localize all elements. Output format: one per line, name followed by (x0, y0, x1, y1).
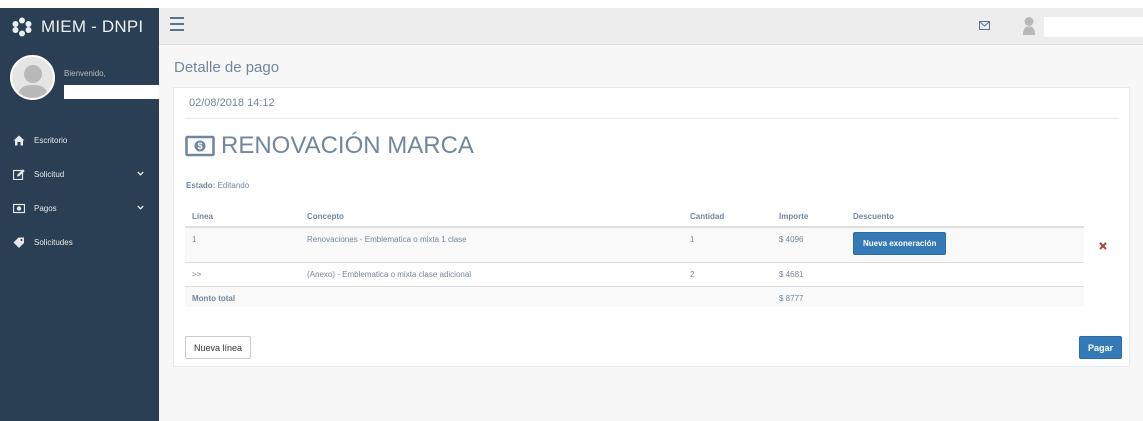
sidebar-item-label: Solicitudes (34, 237, 73, 247)
status-label: Estado: (186, 181, 216, 190)
payment-date: 02/08/2018 14:12 (189, 97, 275, 109)
cell-descuento (846, 262, 1084, 287)
table-row: 1 Renovaciones - Emblematica o mixta 1 c… (185, 227, 1084, 263)
cell-linea: 1 (185, 227, 300, 263)
sidebar-item-escritorio[interactable]: Escritorio (0, 123, 159, 157)
total-value: $ 8777 (772, 286, 846, 307)
home-icon (13, 135, 25, 145)
hamburger-icon[interactable] (170, 17, 184, 35)
cell-concepto: (Anexo) - Emblematica o mixta clase adic… (300, 262, 683, 287)
user-name-field (64, 85, 159, 99)
payment-panel: 02/08/2018 14:12 $ RENOVACIÓN MARCA Esta… (173, 87, 1130, 367)
header-importe: Importe (772, 206, 846, 228)
user-icon[interactable] (1022, 16, 1036, 36)
brand-title: MIEM - DNPI (41, 16, 144, 36)
sidebar-item-label: Pagos (34, 203, 57, 213)
app-window: MIEM - DNPI Bienvenido, Escritorio Solic… (0, 8, 1143, 421)
total-row: Monto total $ 8777 (185, 286, 1084, 307)
cell-descuento: Nueva exoneración (846, 227, 1084, 263)
payment-heading: $ RENOVACIÓN MARCA (185, 132, 474, 160)
cell-cantidad: 1 (683, 227, 772, 263)
profile-section: Bienvenido, (0, 45, 159, 120)
sidebar-item-solicitudes[interactable]: Solicitudes (0, 225, 159, 259)
svg-text:$: $ (197, 141, 202, 151)
divider (185, 118, 1119, 119)
welcome-text: Bienvenido, (64, 69, 106, 78)
mail-icon[interactable] (979, 21, 990, 30)
main-content: Detalle de pago 02/08/2018 14:12 $ RENOV… (159, 45, 1143, 421)
table-header-row: Línea Concepto Cantidad Importe Descuent… (185, 206, 1084, 228)
sidebar-item-solicitud[interactable]: Solicitud (0, 157, 159, 191)
money-icon (13, 203, 25, 213)
sidebar-menu: Escritorio Solicitud Pagos Solicitudes (0, 123, 159, 259)
page-title: Detalle de pago (174, 59, 280, 76)
pay-button[interactable]: Pagar (1079, 336, 1123, 359)
chevron-down-icon (137, 205, 144, 210)
cell-importe: $ 4096 (772, 227, 846, 263)
sidebar-item-pagos[interactable]: Pagos (0, 191, 159, 225)
flower-logo-icon (12, 17, 32, 36)
avatar-icon (12, 57, 53, 98)
brand[interactable]: MIEM - DNPI (0, 8, 159, 45)
remove-icon[interactable] (1099, 242, 1107, 250)
header-concepto: Concepto (300, 206, 683, 228)
header-descuento: Descuento (846, 206, 1084, 228)
status-value: Editando (217, 181, 250, 190)
sidebar: Bienvenido, Escritorio Solicitud Pagos S… (0, 45, 159, 421)
edit-icon (13, 168, 25, 180)
new-line-button[interactable]: Nueva línea (185, 336, 252, 359)
cell-cantidad: 2 (683, 262, 772, 287)
total-label: Monto total (185, 286, 772, 307)
chevron-down-icon (137, 171, 144, 176)
cell-linea: >> (185, 262, 300, 287)
header-cantidad: Cantidad (683, 206, 772, 228)
sidebar-item-label: Solicitud (34, 169, 65, 179)
avatar (10, 55, 55, 100)
top-navbar: MIEM - DNPI (0, 8, 1143, 45)
table-row: >> (Anexo) - Emblematica o mixta clase a… (185, 262, 1084, 287)
payment-title: RENOVACIÓN MARCA (221, 132, 474, 159)
header-linea: Línea (185, 206, 300, 228)
cell-concepto: Renovaciones - Emblematica o mixta 1 cla… (300, 227, 683, 263)
user-name-box[interactable] (1044, 17, 1143, 37)
status-line: Estado: Editando (186, 181, 249, 190)
sidebar-item-label: Escritorio (34, 135, 68, 145)
new-exoneration-button[interactable]: Nueva exoneración (853, 232, 947, 255)
money-icon: $ (185, 135, 215, 157)
payment-lines-table: Línea Concepto Cantidad Importe Descuent… (185, 206, 1084, 307)
cell-importe: $ 4681 (772, 262, 846, 287)
tag-icon (13, 237, 24, 248)
cell-empty (846, 286, 1084, 307)
